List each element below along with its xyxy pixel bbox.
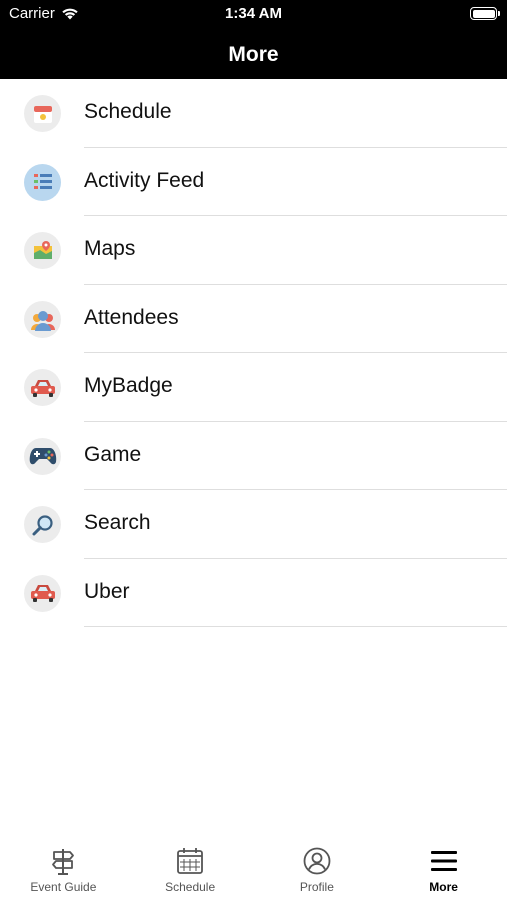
tab-label: More: [429, 880, 458, 894]
more-menu-list: Schedule Activity Feed Maps Attendees My…: [0, 79, 507, 627]
menu-item-label: Schedule: [84, 100, 172, 123]
menu-item-attendees[interactable]: Attendees: [0, 285, 507, 353]
navigation-bar: More: [0, 30, 507, 79]
signpost-icon: [52, 849, 75, 875]
tab-label: Event Guide: [30, 880, 97, 894]
menu-item-label: Uber: [84, 579, 130, 603]
menu-item-uber[interactable]: Uber: [0, 559, 507, 627]
calendar-icon: [177, 848, 204, 874]
tab-schedule[interactable]: Schedule: [127, 834, 254, 900]
menu-item-activity-feed[interactable]: Activity Feed: [0, 148, 507, 216]
status-time: 1:34 AM: [225, 5, 282, 22]
tab-profile[interactable]: Profile: [254, 834, 381, 900]
gamepad-icon: [24, 437, 61, 475]
tab-event-guide[interactable]: Event Guide: [0, 834, 127, 900]
search-icon: [24, 506, 61, 543]
tab-more[interactable]: More: [380, 834, 507, 900]
tab-label: Schedule: [165, 880, 216, 894]
menu-item-label: Attendees: [84, 305, 179, 329]
page-title: More: [228, 42, 279, 66]
battery-icon: [470, 7, 500, 20]
menu-item-schedule[interactable]: Schedule: [0, 79, 507, 148]
divider: [84, 626, 507, 627]
menu-item-label: Game: [84, 442, 142, 466]
calendar-icon: [24, 95, 61, 132]
menu-item-mybadge[interactable]: MyBadge: [0, 353, 507, 422]
status-bar: Carrier 1:34 AM: [0, 0, 507, 30]
menu-item-label: Search: [84, 511, 151, 534]
menu-item-game[interactable]: Game: [0, 422, 507, 490]
map-icon: [24, 232, 61, 269]
tab-label: Profile: [299, 880, 334, 894]
activity-feed-icon: [24, 163, 61, 201]
tab-bar: Event Guide Schedule Profile More: [0, 834, 507, 900]
menu-item-label: Maps: [84, 237, 136, 260]
menu-item-maps[interactable]: Maps: [0, 216, 507, 285]
car-icon: [24, 369, 61, 406]
menu-item-label: Activity Feed: [84, 168, 205, 192]
profile-icon: [303, 847, 331, 875]
menu-icon: [430, 851, 457, 871]
attendees-icon: [24, 300, 61, 338]
car-icon: [24, 574, 61, 612]
menu-item-label: MyBadge: [84, 374, 173, 397]
menu-item-search[interactable]: Search: [0, 490, 507, 559]
